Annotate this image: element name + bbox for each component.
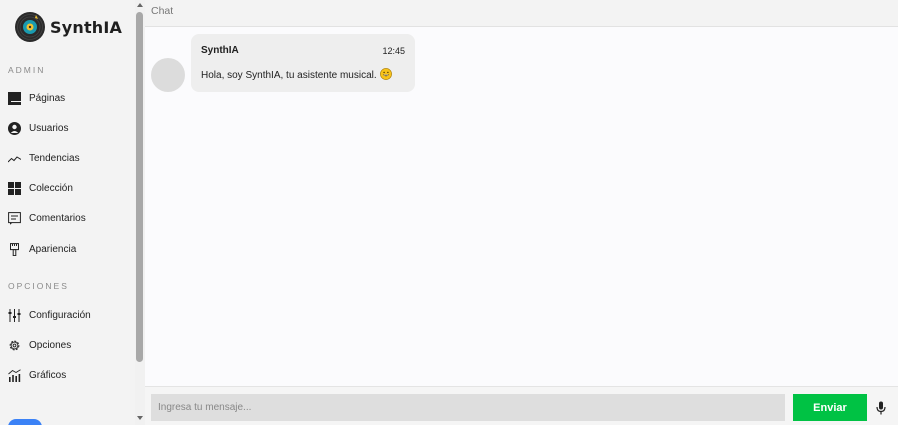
sidebar-item-label: Comentarios xyxy=(29,212,86,224)
message-input[interactable] xyxy=(151,394,785,421)
grid-icon xyxy=(8,181,21,195)
comment-icon xyxy=(8,211,21,225)
sidebar-item-opciones[interactable]: Opciones xyxy=(0,333,135,357)
sidebar-item-label: Páginas xyxy=(29,92,66,104)
trend-icon xyxy=(8,152,21,165)
message-row: SynthIA 12:45 Hola, soy SynthIA, tu asis… xyxy=(151,34,415,92)
send-button[interactable]: Enviar xyxy=(793,394,867,421)
sidebar: SynthIA ADMIN Páginas Usuarios Tendencia… xyxy=(0,0,135,425)
section-title-opciones: OPCIONES xyxy=(8,281,69,291)
section-title-admin: ADMIN xyxy=(8,65,46,75)
sidebar-item-configuracion[interactable]: Configuración xyxy=(0,303,135,327)
sidebar-scrollbar[interactable] xyxy=(135,0,145,425)
chat-panel: Chat SynthIA 12:45 Hola, soy SynthIA, tu… xyxy=(145,0,898,425)
brush-icon xyxy=(8,242,21,256)
sidebar-item-comentarios[interactable]: Comentarios xyxy=(0,206,135,230)
scroll-down-icon[interactable] xyxy=(137,416,143,420)
scrollbar-thumb[interactable] xyxy=(136,12,143,362)
chat-title: Chat xyxy=(151,5,174,17)
sidebar-item-label: Colección xyxy=(29,182,73,194)
message-time: 12:45 xyxy=(382,46,405,56)
microphone-icon[interactable] xyxy=(876,401,886,415)
scroll-up-icon[interactable] xyxy=(137,3,143,7)
sidebar-item-paginas[interactable]: Páginas xyxy=(0,86,135,110)
message-sender: SynthIA xyxy=(201,45,239,56)
sidebar-item-label: Gráficos xyxy=(29,369,67,381)
message-text-wrapper: Hola, soy SynthIA, tu asistente musical. xyxy=(201,68,392,81)
sidebar-item-graficos[interactable]: Gráficos xyxy=(0,363,135,387)
sidebar-item-coleccion[interactable]: Colección xyxy=(0,176,135,200)
sidebar-item-label: Tendencias xyxy=(29,152,80,164)
sliders-icon xyxy=(8,308,21,322)
chat-header: Chat xyxy=(145,0,898,27)
sidebar-item-label: Usuarios xyxy=(29,122,69,134)
message-bubble: SynthIA 12:45 Hola, soy SynthIA, tu asis… xyxy=(191,34,415,92)
avatar xyxy=(151,58,185,92)
sidebar-item-tendencias[interactable]: Tendencias xyxy=(0,146,135,170)
user-icon xyxy=(8,121,21,135)
sidebar-item-usuarios[interactable]: Usuarios xyxy=(0,116,135,140)
grinning-face-icon xyxy=(379,68,392,80)
sidebar-item-apariencia[interactable]: Apariencia xyxy=(0,237,135,261)
gear-icon xyxy=(8,339,21,352)
vinyl-logo-icon xyxy=(15,12,45,42)
brand-logo[interactable]: SynthIA xyxy=(14,8,122,46)
sidebar-item-label: Apariencia xyxy=(29,243,77,255)
theme-toggle[interactable] xyxy=(8,419,42,425)
sidebar-item-label: Opciones xyxy=(29,339,72,351)
message-text: Hola, soy SynthIA, tu asistente musical. xyxy=(201,70,377,81)
pages-icon xyxy=(8,91,21,105)
brand-name: SynthIA xyxy=(50,17,123,37)
chart-icon xyxy=(8,368,21,382)
message-input-bar: Enviar xyxy=(145,386,898,425)
sidebar-item-label: Configuración xyxy=(29,309,91,321)
